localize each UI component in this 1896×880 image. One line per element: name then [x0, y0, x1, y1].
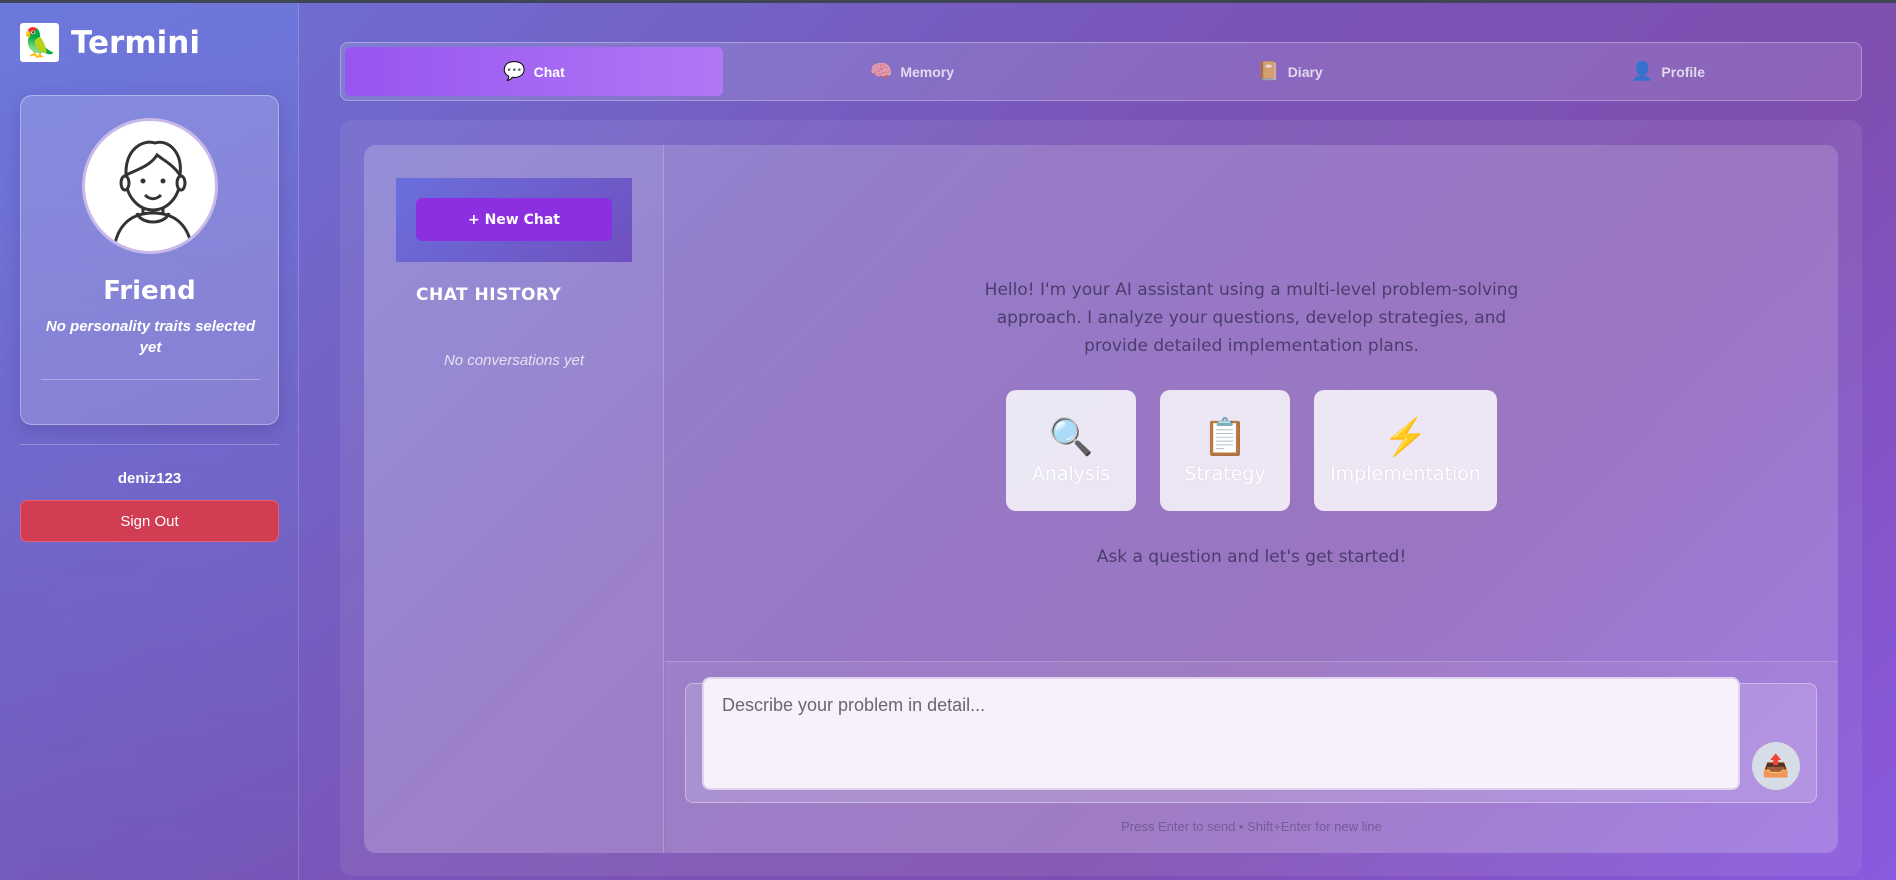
sidebar: 🦜 Termini Friend No personality traits s…	[0, 3, 299, 880]
notebook-icon: 📔	[1257, 61, 1280, 81]
new-chat-wrapper: + New Chat	[396, 178, 632, 262]
composer: 📤	[685, 677, 1817, 803]
parrot-logo-icon: 🦜	[20, 23, 59, 62]
clipboard-icon: 📋	[1202, 415, 1248, 457]
capability-cards: 🔍 Analysis 📋 Strategy ⚡ Implementation	[665, 390, 1838, 511]
profile-name: Friend	[103, 276, 196, 306]
chat-history-panel: + New Chat CHAT HISTORY No conversations…	[364, 145, 664, 853]
card-label: Implementation	[1330, 462, 1481, 485]
magnifier-icon: 🔍	[1048, 415, 1094, 457]
personality-traits-text: No personality traits selected yet	[45, 318, 256, 356]
chat-container: + New Chat CHAT HISTORY No conversations…	[364, 145, 1838, 853]
tab-memory[interactable]: 🧠 Memory	[723, 47, 1101, 96]
user-silhouette-icon: 👤	[1631, 61, 1654, 81]
strategy-card: 📋 Strategy	[1160, 390, 1290, 511]
welcome-text: Hello! I'm your AI assistant using a mul…	[984, 280, 1519, 356]
implementation-card: ⚡ Implementation	[1314, 390, 1497, 511]
sign-out-button[interactable]: Sign Out	[20, 500, 279, 542]
profile-card: Friend No personality traits selected ye…	[20, 95, 279, 425]
user-avatar-icon	[112, 140, 194, 251]
divider	[41, 379, 260, 380]
welcome-message: Hello! I'm your AI assistant using a mul…	[665, 276, 1838, 360]
get-started-text: Ask a question and let's get started!	[1096, 547, 1407, 567]
chat-bubble-icon: 💬	[503, 61, 526, 81]
message-input[interactable]	[702, 677, 1740, 790]
avatar	[82, 118, 218, 254]
tab-chat[interactable]: 💬 Chat	[345, 47, 723, 96]
app-name: Termini	[71, 24, 200, 61]
divider	[20, 444, 279, 445]
brain-icon: 🧠	[869, 61, 893, 81]
lightning-icon: ⚡	[1383, 415, 1428, 457]
username: deniz123	[117, 470, 182, 487]
card-label: Strategy	[1184, 462, 1266, 485]
brand: 🦜 Termini	[20, 23, 200, 62]
keyboard-hint: Press Enter to send • Shift+Enter for ne…	[1121, 819, 1382, 834]
analysis-card: 🔍 Analysis	[1006, 390, 1136, 511]
tab-bar: 💬 Chat 🧠 Memory 📔 Diary 👤 Profile	[340, 42, 1862, 101]
tab-label: Profile	[1661, 63, 1705, 80]
tab-label: Memory	[900, 63, 955, 80]
tab-profile[interactable]: 👤 Profile	[1479, 47, 1857, 96]
chat-history-title: CHAT HISTORY	[416, 285, 562, 305]
card-label: Analysis	[1031, 462, 1111, 485]
tab-label: Diary	[1287, 63, 1323, 80]
chat-area: Hello! I'm your AI assistant using a mul…	[665, 145, 1838, 853]
send-tray-icon: 📤	[1762, 753, 1790, 778]
tab-label: Chat	[533, 63, 565, 80]
send-button[interactable]: 📤	[1752, 742, 1800, 790]
tab-diary[interactable]: 📔 Diary	[1101, 47, 1479, 96]
new-chat-button[interactable]: + New Chat	[416, 198, 612, 241]
composer-bar: 📤 Press Enter to send • Shift+Enter for …	[665, 661, 1838, 853]
empty-history-text: No conversations yet	[443, 352, 585, 369]
